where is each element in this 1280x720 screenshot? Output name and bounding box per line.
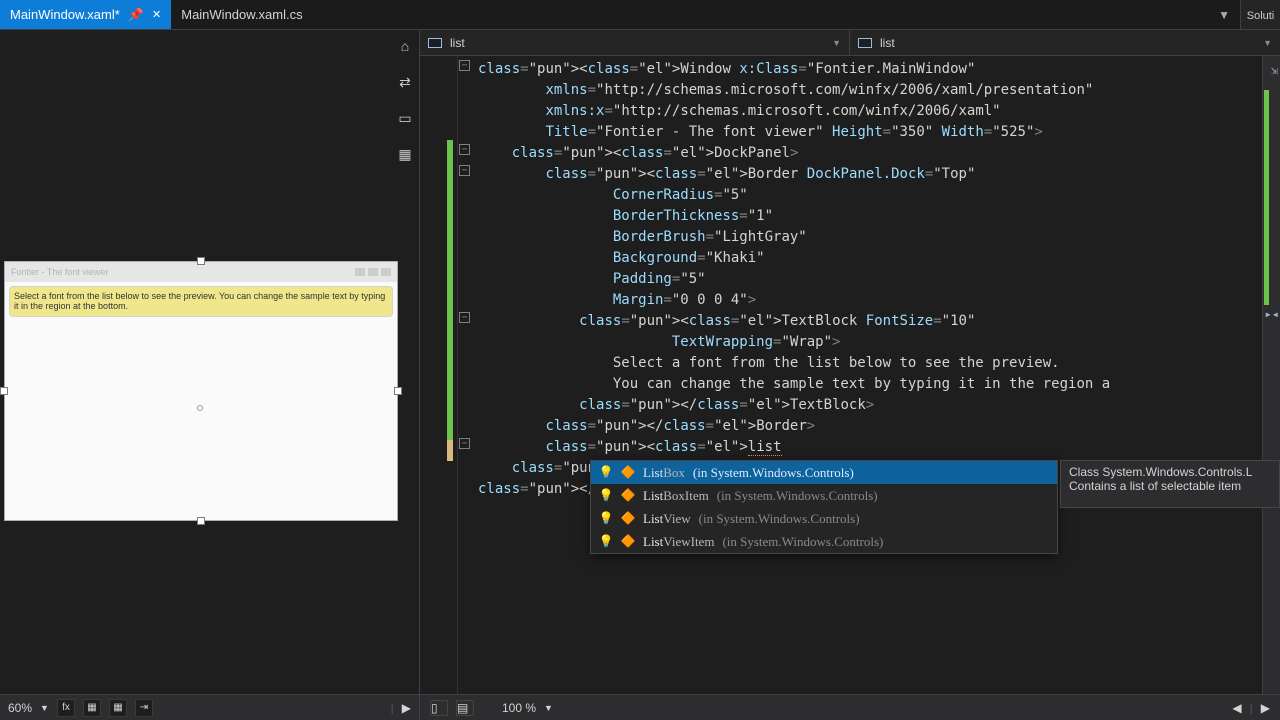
xaml-code-pane: list ▼ list ▼ − − − −	[420, 30, 1280, 720]
outline-toggle[interactable]: −	[459, 144, 470, 155]
caret-indicator-icon: ▸◂	[1265, 304, 1279, 325]
intellisense-item-name: ListViewItem	[643, 534, 714, 550]
outline-toggle[interactable]: −	[459, 60, 470, 71]
preview-titlebar: Fontier - The font viewer	[5, 262, 397, 282]
tooltip-line2: Contains a list of selectable item	[1069, 479, 1271, 493]
arrow-right-icon[interactable]: ▶	[1261, 701, 1270, 715]
intellisense-item-ns: (in System.Windows.Controls)	[722, 534, 883, 550]
code-outline: − − − − −	[458, 56, 474, 694]
lightbulb-icon: 💡	[599, 489, 613, 503]
code-nav-left[interactable]: list ▼	[420, 30, 850, 55]
intellisense-item-ns: (in System.Windows.Controls)	[699, 511, 860, 527]
class-icon: 🔶	[621, 535, 635, 549]
designer-statusbar: 60% ▼ fx ▦ ▦ ⇥ | ▶	[0, 694, 419, 720]
divider: |	[1250, 701, 1253, 715]
design-surface[interactable]: ⌂ ⇄ ▭ ▦ Fontier - The font viewer Select…	[0, 30, 419, 694]
code-text: class="pun"><class="el">Window x:Class="…	[478, 59, 1258, 500]
preview-window-buttons	[355, 268, 391, 276]
chevron-down-icon[interactable]: ▼	[832, 38, 841, 48]
intellisense-item-name: ListBoxItem	[643, 488, 709, 504]
code-statusbar: ▯ ▤ 100 % ▼ ◀ | ▶	[420, 694, 1280, 720]
code-zoom-value[interactable]: 100 %	[502, 701, 536, 715]
grid2-icon[interactable]: ▦	[109, 699, 127, 717]
divider: |	[391, 701, 394, 715]
code-nav-right[interactable]: list ▼	[850, 30, 1280, 55]
tab-label: MainWindow.xaml.cs	[181, 7, 302, 22]
intellisense-item[interactable]: 💡 🔶 ListBox (in System.Windows.Controls)	[591, 461, 1057, 484]
change-marker-unsaved	[447, 440, 453, 461]
outline-toggle[interactable]: −	[459, 165, 470, 176]
layout-toggle-1[interactable]: ▯	[430, 700, 448, 716]
lightbulb-icon: 💡	[599, 535, 613, 549]
designer-zoom-value[interactable]: 60%	[8, 701, 32, 715]
intellisense-item-ns: (in System.Windows.Controls)	[717, 488, 878, 504]
resize-handle-w[interactable]	[0, 387, 8, 395]
resize-center-dot[interactable]	[197, 405, 203, 411]
code-navigation-bar: list ▼ list ▼	[420, 30, 1280, 56]
tab-label: MainWindow.xaml*	[10, 7, 120, 22]
preview-title: Fontier - The font viewer	[11, 267, 108, 277]
split-icon[interactable]: ⇲	[1271, 60, 1278, 81]
pin-icon[interactable]: 📌	[128, 7, 144, 23]
class-icon: 🔶	[621, 466, 635, 480]
lightbulb-icon: 💡	[599, 512, 613, 526]
element-icon	[428, 38, 442, 48]
preview-banner: Select a font from the list below to see…	[9, 286, 393, 317]
lightbulb-icon: 💡	[599, 466, 613, 480]
code-nav-right-label: list	[880, 36, 895, 50]
tooltip-line1: Class System.Windows.Controls.L	[1069, 465, 1271, 479]
window-preview[interactable]: Fontier - The font viewer Select a font …	[4, 261, 398, 521]
change-marker	[447, 140, 453, 440]
snap-icon[interactable]: ⇥	[135, 699, 153, 717]
resize-handle-e[interactable]	[394, 387, 402, 395]
class-icon: 🔶	[621, 489, 635, 503]
intellisense-popup[interactable]: 💡 🔶 ListBox (in System.Windows.Controls)…	[590, 460, 1058, 554]
intellisense-item-name: ListView	[643, 511, 691, 527]
class-icon: 🔶	[621, 512, 635, 526]
scroll-change-mark	[1264, 90, 1269, 305]
document-tabstrip: MainWindow.xaml* 📌 ✕ MainWindow.xaml.cs …	[0, 0, 1280, 30]
tab-mainwindow-xaml[interactable]: MainWindow.xaml* 📌 ✕	[0, 0, 171, 29]
chevron-down-icon[interactable]: ▼	[1263, 38, 1272, 48]
grid1-icon[interactable]: ▦	[83, 699, 101, 717]
intellisense-item-ns: (in System.Windows.Controls)	[693, 465, 854, 481]
outline-toggle[interactable]: −	[459, 438, 470, 449]
xaml-designer-pane: ⌂ ⇄ ▭ ▦ Fontier - The font viewer Select…	[0, 30, 420, 720]
tab-overflow-icon[interactable]: ▼	[1218, 8, 1230, 22]
intellisense-item[interactable]: 💡 🔶 ListViewItem (in System.Windows.Cont…	[591, 530, 1057, 553]
code-vertical-scrollbar[interactable]: ⇲ ▸◂	[1262, 56, 1280, 694]
resize-handle-n[interactable]	[197, 257, 205, 265]
effects-icon[interactable]: fx	[57, 699, 75, 717]
code-nav-left-label: list	[450, 36, 465, 50]
intellisense-item-name: ListBox	[643, 465, 685, 481]
outline-toggle[interactable]: −	[459, 312, 470, 323]
solution-explorer-label: Soluti	[1247, 10, 1275, 22]
intellisense-item[interactable]: 💡 🔶 ListBoxItem (in System.Windows.Contr…	[591, 484, 1057, 507]
tab-mainwindow-xaml-cs[interactable]: MainWindow.xaml.cs	[171, 0, 312, 29]
code-editor[interactable]: − − − − − class="pun"><class="el">Window…	[420, 56, 1280, 694]
designer-zoom-dropdown-icon[interactable]: ▼	[40, 703, 49, 713]
go-arrow-icon[interactable]: ▶	[402, 701, 411, 715]
arrow-left-icon[interactable]: ◀	[1232, 701, 1241, 715]
element-icon	[858, 38, 872, 48]
close-icon[interactable]: ✕	[152, 8, 161, 21]
resize-handle-s[interactable]	[197, 517, 205, 525]
solution-explorer-collapsed[interactable]: Soluti	[1240, 0, 1280, 29]
code-zoom-dropdown-icon[interactable]: ▼	[544, 703, 553, 713]
intellisense-tooltip: Class System.Windows.Controls.L Contains…	[1060, 460, 1280, 508]
intellisense-item[interactable]: 💡 🔶 ListView (in System.Windows.Controls…	[591, 507, 1057, 530]
layout-toggle-2[interactable]: ▤	[456, 700, 474, 716]
